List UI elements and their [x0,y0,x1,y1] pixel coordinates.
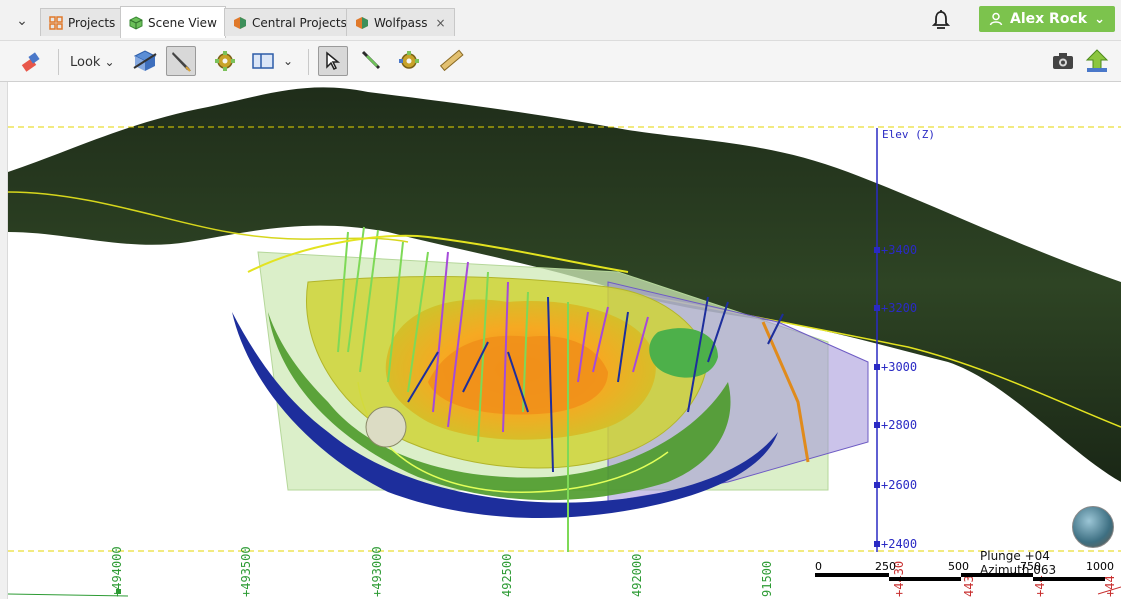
elevation-tick-label: +3200 [881,301,917,315]
elevation-tick-label: +2600 [881,478,917,492]
scale-label: 750 [1020,560,1041,573]
ruler-icon [439,49,464,72]
scene-view-app: ⌄ Projects Scene View Central Projects W… [0,0,1121,599]
hex-icon [356,16,368,29]
select-pointer-button[interactable] [318,46,348,76]
eraser-tool-button[interactable] [16,46,46,76]
view-section-button[interactable] [130,46,160,76]
gear-tool-button[interactable] [210,46,240,76]
easting-tick-label: 492500 [500,554,514,597]
cube-icon [129,15,143,30]
tab-wolfpass[interactable]: Wolfpass × [346,8,455,36]
elevation-tick-label: +2800 [881,418,917,432]
hex-icon [234,16,246,29]
user-name: Alex Rock [1010,11,1088,27]
eraser-icon [21,52,40,72]
user-icon [989,12,1003,26]
easting-ticks: +494000 +493500 +493000 492500 492000 91… [110,546,774,597]
scene-canvas: Elev (Z) +3400 +3200 +3000 +2800 +2600 +… [8,87,1121,597]
tab-scene-view[interactable]: Scene View [120,6,226,38]
tab-label: Central Projects [252,15,347,30]
gear-icon [399,51,419,69]
tab-central-projects[interactable]: Central Projects [224,8,356,36]
easting-tick-label: 492000 [630,554,644,597]
scale-label: 250 [875,560,896,573]
easting-tick-label: +493500 [239,546,253,597]
easting-tick-label: +493000 [370,546,384,597]
scene-3d-view[interactable]: Elev (Z) +3400 +3200 +3000 +2800 +2600 +… [8,82,1121,599]
pointer-icon [326,51,341,71]
drillhole-tool-button[interactable] [356,46,386,76]
elevation-tick-label: +3000 [881,360,917,374]
upload-arrow-icon [1085,49,1109,72]
screenshot-button[interactable] [1048,46,1078,76]
layout-dropdown-chevron-icon[interactable]: ⌄ [280,46,296,76]
close-tab-icon[interactable]: × [436,16,446,30]
elevation-tick-label: +2400 [881,537,917,551]
drill-icon [361,50,381,70]
scale-label: 1000 [1086,560,1114,573]
camera-icon [1053,53,1073,69]
gear-icon [215,51,235,71]
draw-slice-button[interactable] [166,46,196,76]
tab-projects[interactable]: Projects [40,8,125,36]
gear-tool-2-button[interactable] [394,46,424,76]
left-panel-handle[interactable] [0,82,8,599]
layout-button[interactable] [248,46,278,76]
look-dropdown[interactable]: Look ⌄ [70,51,115,73]
elevation-tick-label: +3400 [881,243,917,257]
orientation-globe-icon[interactable] [1072,506,1114,548]
scale-bar: 0 250 500 750 1000 [813,560,1114,590]
bell-icon[interactable] [932,9,950,31]
easting-tick-label: 91500 [760,561,774,597]
scale-label: 500 [948,560,969,573]
tab-label: Wolfpass [374,15,428,30]
layout-icon [252,53,274,69]
publish-button[interactable] [1082,46,1112,76]
elev-axis-label: Elev (Z) [882,128,935,141]
tab-label: Projects [68,15,116,30]
grid-icon [49,15,63,30]
pencil-icon [172,52,191,72]
chevron-down-icon: ⌄ [1094,11,1105,27]
tab-list-chevron-icon[interactable]: ⌄ [12,12,32,30]
tab-label: Scene View [148,15,217,30]
section-view-icon [133,50,157,71]
user-menu-button[interactable]: Alex Rock ⌄ [979,6,1115,32]
tab-bar: ⌄ Projects Scene View Central Projects W… [0,0,1121,40]
scale-label: 0 [815,560,822,573]
ruler-tool-button[interactable] [436,46,466,76]
look-label: Look [70,54,101,70]
scene-toolbar: Look ⌄ ⌄ [0,40,1121,82]
chevron-down-icon: ⌄ [104,55,115,69]
